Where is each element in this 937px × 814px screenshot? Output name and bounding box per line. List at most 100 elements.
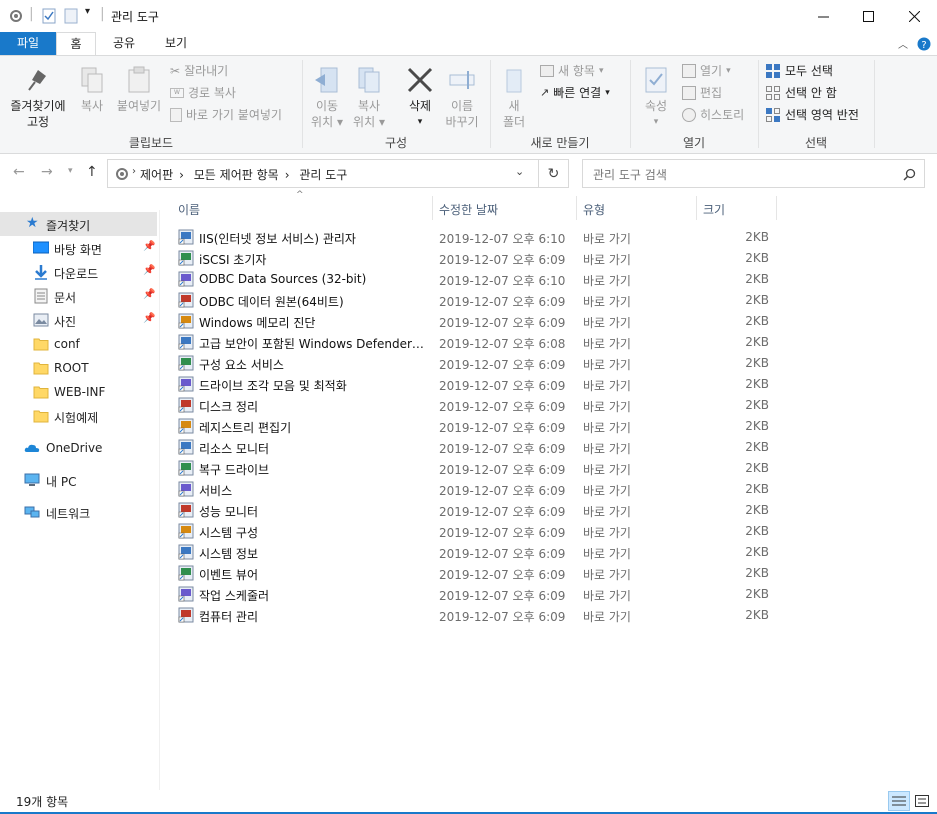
nav-item-this-pc[interactable]: 내 PC bbox=[0, 468, 157, 492]
address-bar[interactable]: › 제어판 › 모든 제어판 항목 › 관리 도구 ⌄ bbox=[107, 159, 569, 188]
easy-access-button[interactable]: ↗ 빠른 연결 ▾ bbox=[540, 85, 610, 101]
file-row[interactable]: 리소스 모니터 2019-12-07 오후 6:09 바로 가기 2KB bbox=[170, 437, 780, 458]
nav-label: WEB-INF bbox=[54, 385, 106, 399]
pin-to-quick-access-button[interactable]: 즐겨찾기에 고정 bbox=[6, 66, 70, 130]
copy-path-button[interactable]: W 경로 복사 bbox=[170, 85, 236, 101]
file-row[interactable]: 시스템 구성 2019-12-07 오후 6:09 바로 가기 2KB bbox=[170, 521, 780, 542]
breadcrumb-item[interactable]: 관리 도구 bbox=[299, 168, 347, 182]
cut-button[interactable]: ✂ 잘라내기 bbox=[170, 63, 228, 79]
nav-item-desktop[interactable]: 바탕 화면 📌 bbox=[0, 236, 157, 260]
copy-button[interactable]: 복사 bbox=[74, 66, 110, 114]
file-type: 바로 가기 bbox=[583, 379, 631, 393]
nav-item-downloads[interactable]: 다운로드 📌 bbox=[0, 260, 157, 284]
minimize-button[interactable] bbox=[800, 0, 846, 32]
tab-file[interactable]: 파일 bbox=[0, 32, 56, 56]
pin-icon[interactable]: 📌 bbox=[143, 265, 155, 276]
file-row[interactable]: 레지스트리 편집기 2019-12-07 오후 6:09 바로 가기 2KB bbox=[170, 416, 780, 437]
file-row[interactable]: 복구 드라이브 2019-12-07 오후 6:09 바로 가기 2KB bbox=[170, 458, 780, 479]
maximize-button[interactable] bbox=[845, 0, 891, 32]
file-row[interactable]: 이벤트 뷰어 2019-12-07 오후 6:09 바로 가기 2KB bbox=[170, 563, 780, 584]
file-row[interactable]: 고급 보안이 포함된 Windows Defender 방화벽 2019-12-0… bbox=[170, 332, 780, 353]
new-folder-button[interactable]: 새 폴더 bbox=[498, 66, 530, 130]
select-all-button[interactable]: 모두 선택 bbox=[766, 63, 833, 79]
select-none-button[interactable]: 선택 안 함 bbox=[766, 85, 837, 101]
search-input[interactable]: 관리 도구 검색 bbox=[582, 159, 925, 188]
back-arrow-icon[interactable]: ← bbox=[13, 164, 25, 180]
breadcrumb-item[interactable]: 모든 제어판 항목 bbox=[194, 168, 279, 182]
nav-item-folder[interactable]: 시험예제 bbox=[0, 404, 157, 428]
select-all-label: 모두 선택 bbox=[785, 64, 833, 78]
nav-item-folder[interactable]: conf bbox=[0, 332, 157, 356]
help-icon[interactable]: ? bbox=[917, 37, 931, 51]
column-header-name[interactable]: 이름 bbox=[178, 201, 200, 218]
paste-shortcut-button[interactable]: 바로 가기 붙여넣기 bbox=[170, 107, 282, 123]
column-divider[interactable] bbox=[696, 196, 697, 220]
forward-arrow-icon[interactable]: → bbox=[41, 164, 53, 180]
open-button[interactable]: 열기 ▾ bbox=[682, 63, 731, 79]
nav-quick-access[interactable]: ★ 즐겨찾기 bbox=[0, 212, 157, 236]
nav-label: 다운로드 bbox=[54, 267, 99, 281]
new-item-button[interactable]: 새 항목 ▾ bbox=[540, 63, 603, 79]
nav-item-folder[interactable]: ROOT bbox=[0, 356, 157, 380]
file-size: 2KB bbox=[745, 608, 769, 622]
nav-label: 바탕 화면 bbox=[54, 243, 102, 257]
rename-button[interactable]: 이름 바꾸기 bbox=[442, 66, 482, 130]
copy-to-button[interactable]: 복사 위치 ▾ bbox=[351, 66, 387, 130]
file-row[interactable]: 구성 요소 서비스 2019-12-07 오후 6:09 바로 가기 2KB bbox=[170, 353, 780, 374]
delete-button[interactable]: 삭제 ▾ bbox=[401, 66, 439, 130]
file-row[interactable]: 디스크 정리 2019-12-07 오후 6:09 바로 가기 2KB bbox=[170, 395, 780, 416]
tab-share[interactable]: 공유 bbox=[104, 32, 144, 56]
nav-item-network[interactable]: 네트워크 bbox=[0, 500, 157, 524]
pin-icon[interactable]: 📌 bbox=[143, 289, 155, 300]
column-divider[interactable] bbox=[432, 196, 433, 220]
column-header-size[interactable]: 크기 bbox=[703, 201, 725, 218]
collapse-ribbon-icon[interactable]: ︿ bbox=[898, 36, 908, 51]
file-size: 2KB bbox=[745, 314, 769, 328]
qat-customize-icon[interactable]: ▾ bbox=[85, 6, 90, 17]
edit-button[interactable]: 편집 bbox=[682, 85, 722, 101]
invert-selection-button[interactable]: 선택 영역 반전 bbox=[766, 107, 859, 123]
properties-qat-icon[interactable] bbox=[42, 8, 56, 24]
refresh-button[interactable]: ↻ bbox=[538, 159, 569, 188]
nav-item-documents[interactable]: 문서 📌 bbox=[0, 284, 157, 308]
nav-item-onedrive[interactable]: OneDrive bbox=[0, 436, 157, 460]
column-header-type[interactable]: 유형 bbox=[583, 201, 605, 218]
history-button[interactable]: 히스토리 bbox=[682, 107, 744, 123]
column-header-modified[interactable]: 수정한 날짜 bbox=[439, 201, 498, 218]
file-row[interactable]: ODBC 데이터 원본(64비트) 2019-12-07 오후 6:09 바로 가기… bbox=[170, 290, 780, 311]
details-view-button[interactable] bbox=[888, 791, 910, 811]
file-row[interactable]: IIS(인터넷 정보 서비스) 관리자 2019-12-07 오후 6:10 바로 … bbox=[170, 227, 780, 248]
file-row[interactable]: 시스템 정보 2019-12-07 오후 6:09 바로 가기 2KB bbox=[170, 542, 780, 563]
nav-item-pictures[interactable]: 사진 📌 bbox=[0, 308, 157, 332]
file-row[interactable]: 작업 스케줄러 2019-12-07 오후 6:09 바로 가기 2KB bbox=[170, 584, 780, 605]
address-dropdown-icon[interactable]: ⌄ bbox=[515, 165, 524, 178]
pictures-icon bbox=[33, 313, 49, 327]
pin-icon[interactable]: 📌 bbox=[143, 241, 155, 252]
pin-icon[interactable]: 📌 bbox=[143, 313, 155, 324]
file-row[interactable]: 컴퓨터 관리 2019-12-07 오후 6:09 바로 가기 2KB bbox=[170, 605, 780, 626]
tab-view[interactable]: 보기 bbox=[156, 32, 196, 56]
close-button[interactable] bbox=[891, 0, 937, 32]
new-folder-qat-icon[interactable] bbox=[64, 8, 78, 24]
paste-button[interactable]: 붙여넣기 bbox=[114, 66, 164, 114]
file-row[interactable]: 드라이브 조각 모음 및 최적화 2019-12-07 오후 6:09 바로 가기 2… bbox=[170, 374, 780, 395]
large-icons-view-button[interactable] bbox=[911, 791, 933, 811]
file-row[interactable]: ODBC Data Sources (32-bit) 2019-12-07 오후 … bbox=[170, 269, 780, 290]
recent-locations-icon[interactable]: ▾ bbox=[68, 166, 73, 176]
file-name: 디스크 정리 bbox=[199, 400, 259, 414]
tab-home[interactable]: 홈 bbox=[56, 32, 96, 57]
file-row[interactable]: 성능 모니터 2019-12-07 오후 6:09 바로 가기 2KB bbox=[170, 500, 780, 521]
move-to-button[interactable]: 이동 위치 ▾ bbox=[309, 66, 345, 130]
properties-button[interactable]: 속성 ▾ bbox=[638, 66, 674, 130]
nav-item-folder[interactable]: WEB-INF bbox=[0, 380, 157, 404]
breadcrumb-item[interactable]: 제어판 bbox=[140, 168, 173, 182]
column-headers: ^ 이름 수정한 날짜 유형 크기 bbox=[170, 190, 780, 220]
up-arrow-icon[interactable]: ↑ bbox=[86, 164, 98, 180]
file-row[interactable]: Windows 메모리 진단 2019-12-07 오후 6:09 바로 가기 2KB bbox=[170, 311, 780, 332]
column-divider[interactable] bbox=[776, 196, 777, 220]
file-row[interactable]: 서비스 2019-12-07 오후 6:09 바로 가기 2KB bbox=[170, 479, 780, 500]
column-divider[interactable] bbox=[576, 196, 577, 220]
control-panel-icon[interactable] bbox=[8, 8, 24, 24]
open-icon bbox=[682, 64, 696, 78]
file-row[interactable]: iSCSI 초기자 2019-12-07 오후 6:09 바로 가기 2KB bbox=[170, 248, 780, 269]
